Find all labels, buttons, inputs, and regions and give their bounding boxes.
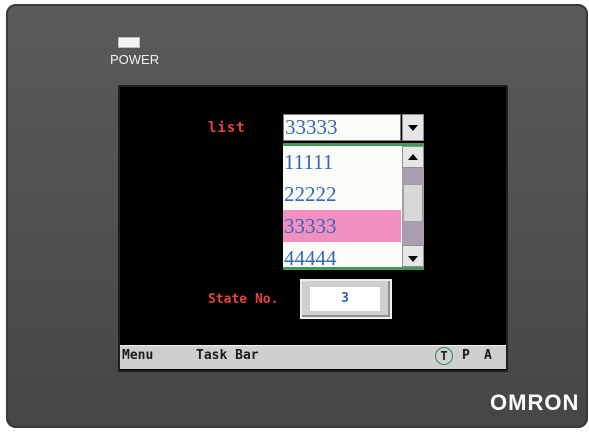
list-item[interactable]: 11111 [283, 146, 401, 178]
chevron-down-icon [408, 256, 418, 262]
scroll-up-button[interactable] [402, 146, 424, 168]
combo-dropdown-button[interactable] [402, 114, 424, 141]
state-no-value: 3 [310, 287, 380, 311]
menu-button[interactable]: Menu [122, 348, 153, 363]
a-indicator[interactable]: A [484, 348, 492, 363]
device-bezel: POWER list 33333 11111 22222 33333 44444 [6, 4, 588, 428]
list-combo-field[interactable]: 33333 [283, 114, 401, 141]
list-label: list [208, 120, 246, 136]
task-bar: Menu Task Bar T P A [120, 345, 506, 369]
chevron-down-icon [408, 125, 418, 131]
list-item-selected[interactable]: 33333 [283, 210, 401, 242]
omron-logo: OMRON [490, 390, 580, 415]
power-led-icon [118, 37, 140, 48]
p-indicator[interactable]: P [462, 348, 470, 363]
chevron-up-icon [408, 154, 418, 160]
task-bar-label: Task Bar [196, 348, 259, 363]
list-items: 11111 22222 33333 44444 [283, 146, 401, 267]
t-indicator[interactable]: T [435, 347, 453, 365]
list-dropdown[interactable]: 11111 22222 33333 44444 [283, 143, 424, 270]
state-no-label: State No. [208, 292, 279, 307]
list-scrollbar[interactable] [402, 146, 424, 267]
state-no-display: 3 [300, 279, 392, 319]
scroll-down-button[interactable] [402, 245, 424, 267]
touch-screen: list 33333 11111 22222 33333 44444 State… [118, 85, 508, 372]
power-label: POWER [110, 52, 160, 67]
scroll-thumb[interactable] [403, 184, 423, 222]
list-item[interactable]: 22222 [283, 178, 401, 210]
list-item[interactable]: 44444 [283, 242, 401, 267]
